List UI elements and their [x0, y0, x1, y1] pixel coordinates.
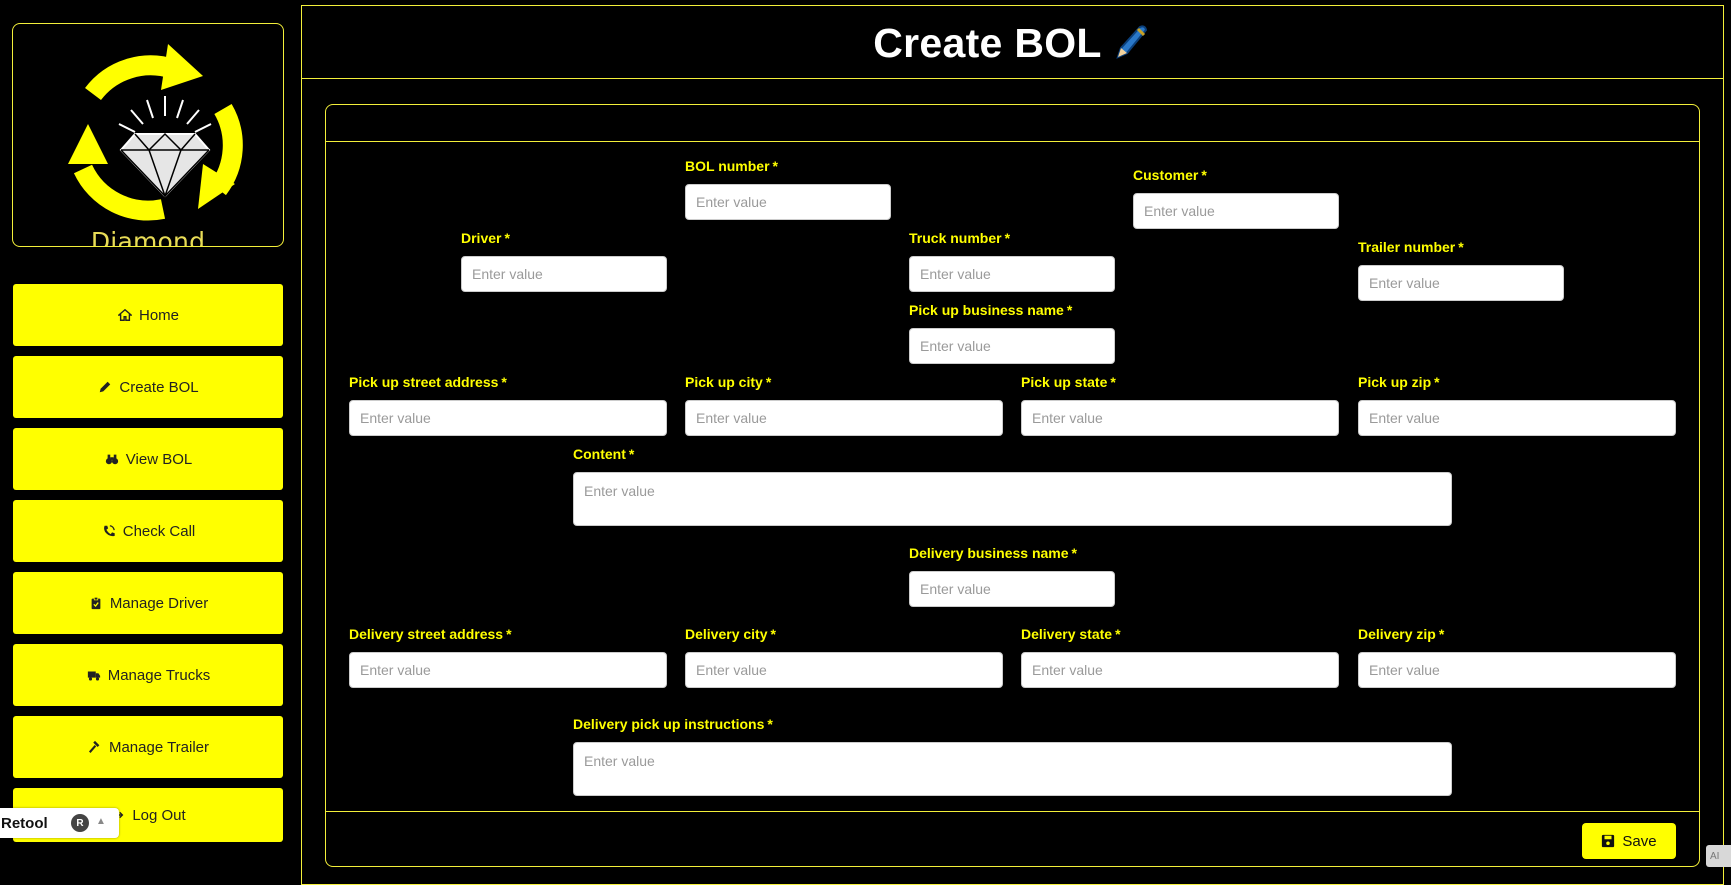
- pickup-business-name-input[interactable]: [909, 328, 1115, 364]
- trailer-number-label: Trailer number *: [1358, 239, 1464, 255]
- delivery-city-label: Delivery city *: [685, 626, 776, 642]
- pickup-zip-input[interactable]: [1358, 400, 1676, 436]
- hammer-icon: [87, 739, 103, 755]
- delivery-business-name-label: Delivery business name *: [909, 545, 1077, 561]
- pickup-city-input[interactable]: [685, 400, 1003, 436]
- delivery-business-name-input[interactable]: [909, 571, 1115, 607]
- sidebar-item-label: Home: [138, 306, 179, 324]
- pickup-zip-label: Pick up zip *: [1358, 374, 1440, 390]
- sidebar-item-manage-trailer[interactable]: Manage Trailer: [13, 716, 283, 778]
- logo-text: Diamond Distribution: [90, 227, 206, 247]
- pickup-state-label: Pick up state *: [1021, 374, 1116, 390]
- bol-number-label: BOL number *: [685, 158, 778, 174]
- delivery-state-label: Delivery state *: [1021, 626, 1121, 642]
- corner-tab[interactable]: AI: [1706, 845, 1731, 867]
- pickup-street-address-label: Pick up street address *: [349, 374, 507, 390]
- delivery-zip-input[interactable]: [1358, 652, 1676, 688]
- sidebar-item-view-bol[interactable]: View BOL: [13, 428, 283, 490]
- save-button[interactable]: Save: [1582, 823, 1676, 859]
- pickup-street-address-input[interactable]: [349, 400, 667, 436]
- binoculars-icon: [104, 451, 120, 467]
- chevron-up-icon[interactable]: ▲: [96, 816, 106, 827]
- delivery-pickup-instructions-label: Delivery pick up instructions *: [573, 716, 773, 732]
- sidebar-item-label: Log Out: [132, 806, 186, 824]
- pickup-business-name-label: Pick up business name *: [909, 302, 1073, 318]
- form-footer-divider: [326, 811, 1699, 812]
- delivery-city-input[interactable]: [685, 652, 1003, 688]
- sidebar-item-label: Manage Trailer: [108, 738, 210, 756]
- form-header-divider: [326, 141, 1699, 142]
- pickup-state-input[interactable]: [1021, 400, 1339, 436]
- header-divider: [301, 78, 1724, 79]
- customer-label: Customer *: [1133, 167, 1207, 183]
- diamond-logo-icon: [68, 44, 243, 221]
- delivery-zip-label: Delivery zip *: [1358, 626, 1445, 642]
- page-title-text: Create BOL: [873, 20, 1102, 66]
- logo: Diamond Distribution: [12, 23, 284, 247]
- customer-input[interactable]: [1133, 193, 1339, 229]
- pencil-icon: [97, 379, 113, 395]
- sidebar-item-create-bol[interactable]: Create BOL: [13, 356, 283, 418]
- truck-number-input[interactable]: [909, 256, 1115, 292]
- content-label: Content *: [573, 446, 635, 462]
- clipboard-check-icon: [88, 595, 104, 611]
- driver-label: Driver *: [461, 230, 510, 246]
- delivery-street-address-input[interactable]: [349, 652, 667, 688]
- sidebar-item-manage-driver[interactable]: Manage Driver: [13, 572, 283, 634]
- retool-label: Retool: [1, 814, 48, 832]
- phone-call-icon: [101, 523, 117, 539]
- sidebar-item-label: Manage Trucks: [107, 666, 211, 684]
- delivery-state-input[interactable]: [1021, 652, 1339, 688]
- save-button-label: Save: [1622, 832, 1657, 850]
- sidebar-item-home[interactable]: Home: [13, 284, 283, 346]
- save-icon: [1602, 834, 1615, 848]
- pen-icon: [1112, 21, 1152, 71]
- delivery-street-address-label: Delivery street address *: [349, 626, 512, 642]
- retool-badge[interactable]: Retool R ▲: [0, 808, 119, 838]
- delivery-pickup-instructions-textarea[interactable]: [573, 742, 1452, 796]
- page-title: Create BOL: [301, 20, 1724, 71]
- sidebar-item-manage-trucks[interactable]: Manage Trucks: [13, 644, 283, 706]
- home-icon: [117, 307, 133, 323]
- driver-input[interactable]: [461, 256, 667, 292]
- pickup-city-label: Pick up city *: [685, 374, 772, 390]
- sidebar-item-check-call[interactable]: Check Call: [13, 500, 283, 562]
- sidebar-item-label: Manage Driver: [109, 594, 209, 612]
- bol-number-input[interactable]: [685, 184, 891, 220]
- truck-number-label: Truck number *: [909, 230, 1011, 246]
- content-textarea[interactable]: [573, 472, 1452, 526]
- truck-icon: [86, 667, 102, 683]
- avatar[interactable]: R: [71, 814, 89, 832]
- trailer-number-input[interactable]: [1358, 265, 1564, 301]
- sidebar-item-label: Create BOL: [119, 378, 199, 396]
- sidebar-item-label: View BOL: [125, 450, 193, 468]
- sidebar-item-label: Check Call: [122, 522, 196, 540]
